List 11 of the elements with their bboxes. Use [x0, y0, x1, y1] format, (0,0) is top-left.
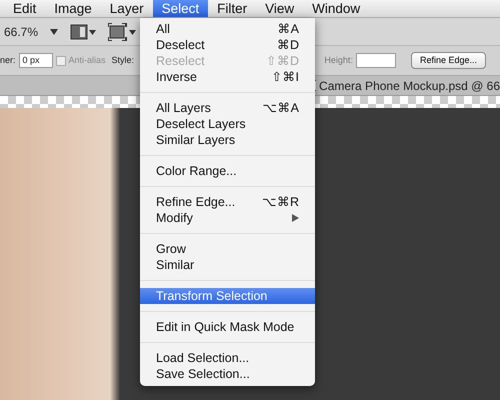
shortcut-label: ⌘D — [276, 36, 299, 54]
shortcut-label: ⇧⌘I — [272, 68, 299, 86]
anti-alias-label: Anti-alias — [68, 54, 106, 67]
shortcut-label: ⌥⌘A — [262, 100, 299, 117]
height-label: Height: — [324, 54, 353, 67]
feather-label: ner: — [0, 54, 16, 67]
style-label: Style: — [112, 54, 134, 67]
shortcut-label: ⌥⌘R — [262, 194, 299, 211]
document-title: Camera Phone Mockup.psd @ 66 — [319, 78, 500, 94]
shortcut-label: ⌘A — [278, 20, 299, 38]
shortcut-label: ⇧⌘D — [266, 52, 299, 70]
